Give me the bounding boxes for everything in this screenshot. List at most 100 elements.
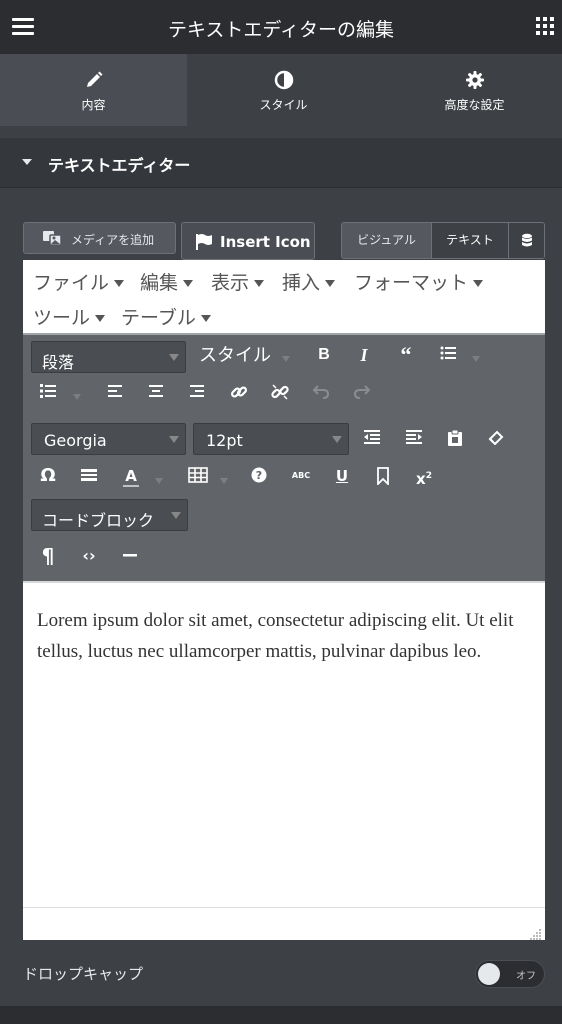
half-circle-icon (190, 70, 377, 90)
chevron-down-icon (155, 478, 163, 484)
menu-view[interactable]: 表示 (211, 268, 265, 295)
resize-grip-icon[interactable] (530, 925, 542, 940)
section-title: テキストエディター (48, 156, 191, 175)
svg-text:?: ? (256, 469, 262, 482)
tab-style-label: スタイル (259, 98, 308, 112)
font-size-select[interactable]: 12pt (193, 423, 349, 455)
bullet-list-icon[interactable] (435, 341, 461, 367)
code-icon[interactable]: ‹› (76, 543, 102, 569)
add-media-button[interactable]: メディアを追加 (23, 222, 176, 254)
chevron-down-icon (169, 436, 179, 443)
flag-icon (195, 233, 213, 255)
italic-icon[interactable]: I (351, 342, 377, 368)
menu-table-label: テーブル (121, 307, 196, 329)
dropdown-arrow-icon (325, 280, 336, 287)
tab-advanced[interactable]: 高度な設定 (381, 54, 562, 126)
editor-mode-tabs: ビジュアル テキスト (341, 222, 545, 259)
insert-icon-button[interactable]: Insert Icon (181, 222, 315, 260)
editor-toolbar: 段落 スタイル B I “ Georgia 12pt Ω A ? ABC U x… (23, 333, 545, 581)
unlink-icon[interactable] (267, 379, 293, 405)
underline-icon[interactable]: U (329, 463, 355, 489)
outdent-icon[interactable] (359, 425, 385, 451)
tab-advanced-label: 高度な設定 (444, 98, 505, 112)
dropcap-toggle[interactable]: オフ (475, 960, 545, 988)
menu-insert[interactable]: 挿入 (282, 268, 336, 295)
font-size-value: 12pt (206, 431, 243, 450)
database-icon[interactable] (508, 223, 544, 258)
add-media-label: メディアを追加 (71, 233, 155, 247)
menu-format-label: フォーマット (354, 272, 469, 294)
undo-icon[interactable] (308, 379, 334, 405)
toggle-text: オフ (516, 971, 536, 982)
caret-down-icon (22, 159, 32, 165)
bookmark-icon[interactable] (370, 463, 396, 489)
editor-content[interactable]: Lorem ipsum dolor sit amet, consectetur … (23, 581, 545, 907)
blockquote-icon[interactable]: “ (393, 342, 419, 368)
align-right-icon[interactable] (184, 379, 210, 405)
redo-icon[interactable] (349, 379, 375, 405)
table-icon[interactable] (185, 463, 211, 489)
panel-tabs: 内容 スタイル 高度な設定 (0, 54, 562, 178)
media-icon (42, 229, 64, 252)
chevron-down-icon (220, 478, 228, 484)
block-format-select[interactable]: 段落 (31, 341, 186, 373)
grid-icon[interactable] (536, 17, 554, 35)
paragraph-icon[interactable]: ¶ (35, 543, 61, 569)
eraser-icon[interactable] (483, 425, 509, 451)
menu-edit[interactable]: 編集 (140, 268, 194, 295)
numbered-list-icon[interactable] (35, 379, 61, 405)
align-center-icon[interactable] (143, 379, 169, 405)
indent-icon[interactable] (401, 425, 427, 451)
pencil-icon (0, 70, 187, 90)
tab-text[interactable]: テキスト (432, 223, 508, 258)
dropdown-arrow-icon (183, 280, 194, 287)
code-block-select[interactable]: コードブロック (31, 499, 188, 531)
paste-icon[interactable] (442, 425, 468, 451)
editor-statusbar (23, 907, 545, 940)
menu-tools-label: ツール (33, 307, 91, 329)
dropdown-arrow-icon (95, 315, 106, 322)
text-color-icon[interactable]: A (118, 463, 144, 489)
tab-visual[interactable]: ビジュアル (342, 223, 432, 258)
superscript-icon[interactable]: x2 (411, 463, 437, 489)
menu-view-label: 表示 (211, 272, 250, 294)
tab-style[interactable]: スタイル (190, 54, 377, 126)
editor-paragraph: Lorem ipsum dolor sit amet, consectetur … (37, 610, 514, 662)
menu-table[interactable]: テーブル (121, 303, 211, 330)
style-format-select[interactable]: スタイル (199, 343, 279, 369)
menu-edit-label: 編集 (140, 272, 179, 294)
dropdown-arrow-icon (254, 280, 265, 287)
tab-content[interactable]: 内容 (0, 54, 187, 126)
dropdown-arrow-icon (114, 280, 125, 287)
code-block-value: コードブロック (42, 511, 155, 530)
chevron-down-icon (282, 356, 290, 362)
chevron-down-icon (169, 354, 179, 361)
horizontal-line-icon[interactable] (76, 463, 102, 489)
omega-icon[interactable]: Ω (35, 463, 61, 489)
tab-content-label: 内容 (81, 98, 106, 112)
align-left-icon[interactable] (102, 379, 128, 405)
menu-file[interactable]: ファイル (33, 268, 125, 295)
chevron-down-icon (472, 356, 480, 362)
dropdown-arrow-icon (200, 315, 211, 322)
panel-title: テキストエディターの編集 (167, 19, 395, 41)
panel-footer (0, 1006, 562, 1024)
minus-icon[interactable] (117, 543, 143, 569)
block-format-value: 段落 (42, 353, 75, 372)
menu-tools[interactable]: ツール (33, 303, 106, 330)
panel-header: テキストエディターの編集 (0, 0, 562, 54)
spellcheck-icon[interactable]: ABC (288, 463, 314, 489)
link-icon[interactable] (226, 379, 252, 405)
font-family-select[interactable]: Georgia (31, 423, 186, 455)
chevron-down-icon (73, 394, 81, 400)
help-icon[interactable]: ? (246, 463, 272, 489)
toggle-knob (478, 963, 500, 985)
gear-icon (381, 70, 562, 90)
menu-format[interactable]: フォーマット (354, 268, 484, 295)
section-header[interactable]: テキストエディター (0, 138, 562, 188)
text-editor: ファイル 編集 表示 挿入 フォーマット ツール テーブル 段落 スタイル B … (23, 260, 545, 940)
chevron-down-icon (332, 436, 342, 443)
menu-file-label: ファイル (33, 272, 110, 294)
bold-icon[interactable]: B (311, 342, 337, 368)
font-family-value: Georgia (44, 431, 107, 450)
